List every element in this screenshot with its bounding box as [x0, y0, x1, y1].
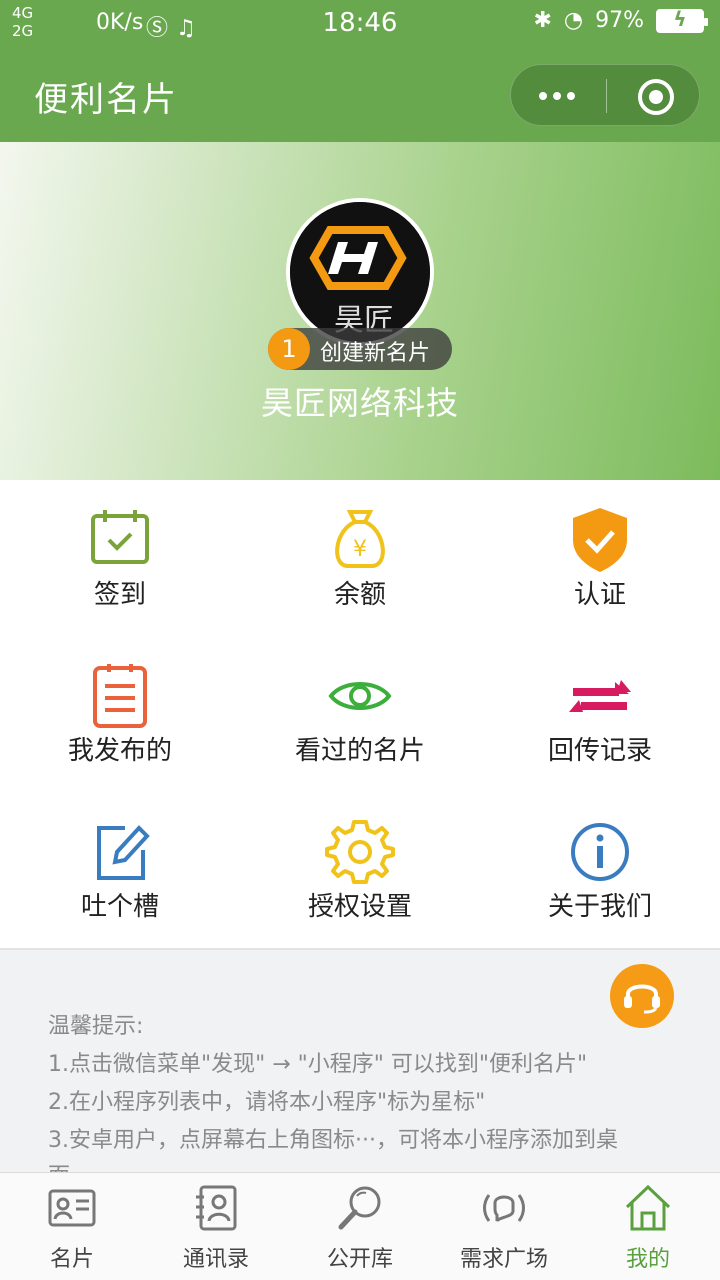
- menu-balance[interactable]: ¥ 余额: [240, 480, 480, 636]
- info-icon: [571, 823, 629, 881]
- tips-line-4: 面: [48, 1158, 70, 1172]
- status-right: ✱ ◔ 97% ϟ: [533, 7, 708, 33]
- contacts-icon: [196, 1185, 237, 1231]
- card-icon: [48, 1189, 96, 1227]
- wifi-icon: ◔: [563, 8, 584, 33]
- tab-public-library[interactable]: 公开库: [288, 1173, 432, 1280]
- headset-icon: [624, 984, 660, 1014]
- menu-label: 吐个槽: [80, 892, 159, 922]
- create-new-card-button[interactable]: 1 创建新名片: [268, 328, 452, 370]
- menu-auth-settings[interactable]: 授权设置: [240, 792, 480, 948]
- tab-label: 我的: [625, 1247, 670, 1272]
- menu-my-posts[interactable]: 我发布的: [0, 636, 240, 792]
- shield-check-icon: [573, 508, 627, 572]
- tab-label: 需求广场: [459, 1247, 548, 1272]
- menu-label: 回传记录: [547, 736, 652, 766]
- menu-verify[interactable]: 认证: [480, 480, 720, 636]
- menu-label: 我发布的: [67, 736, 172, 766]
- company-name: 昊匠网络科技: [260, 384, 459, 422]
- step-badge: 1: [268, 328, 310, 370]
- menu-about-us[interactable]: 关于我们: [480, 792, 720, 948]
- capsule-divider: [606, 79, 607, 113]
- clipboard-list-icon: [93, 664, 147, 728]
- tips-title: 温馨提示:: [48, 1014, 144, 1039]
- battery-level: 97%: [595, 8, 644, 33]
- tab-label: 公开库: [326, 1247, 393, 1272]
- tab-mine[interactable]: 我的: [576, 1173, 720, 1280]
- tab-label: 通讯录: [182, 1247, 249, 1272]
- menu-label: 余额: [333, 580, 386, 610]
- tab-label: 名片: [49, 1247, 94, 1272]
- avatar[interactable]: 昊匠: [286, 198, 434, 346]
- tips-line-1: 1.点击微信菜单"发现" → "小程序" 可以找到"便利名片": [48, 1052, 588, 1077]
- create-new-card-label: 创建新名片: [320, 341, 431, 366]
- tab-demand-square[interactable]: 需求广场: [432, 1173, 576, 1280]
- tab-card[interactable]: 名片: [0, 1173, 144, 1280]
- edit-icon: [97, 825, 150, 880]
- menu-label: 关于我们: [547, 892, 652, 922]
- menu-label: 认证: [573, 580, 626, 610]
- tips-line-2: 2.在小程序列表中，请将本小程序"标为星标": [48, 1090, 486, 1115]
- menu-label: 看过的名片: [294, 736, 425, 766]
- miniprogram-capsule: [510, 64, 700, 126]
- exchange-arrows-icon: [569, 680, 631, 712]
- search-icon: [338, 1186, 381, 1230]
- feature-grid: 签到 ¥ 余额 认证 我发布的 看过的名片 回传记录 吐个槽 授权设置 关于我们: [0, 480, 720, 948]
- tips-line-3: 3.安卓用户，点屏幕右上角图标···，可将本小程序添加到桌: [48, 1128, 618, 1153]
- menu-label: 授权设置: [307, 892, 412, 922]
- calendar-check-icon: [91, 510, 149, 564]
- menu-return-records[interactable]: 回传记录: [480, 636, 720, 792]
- bluetooth-icon: ✱: [533, 8, 552, 33]
- eye-icon: [328, 682, 392, 710]
- bottom-tabbar: 名片 通讯录 公开库 需求广场 我的: [0, 1172, 720, 1280]
- menu-feedback[interactable]: 吐个槽: [0, 792, 240, 948]
- more-menu-button[interactable]: [539, 87, 579, 105]
- page-title: 便利名片: [34, 80, 178, 120]
- menu-label: 签到: [93, 580, 146, 610]
- money-bag-icon: ¥: [335, 510, 385, 568]
- tab-contacts[interactable]: 通讯录: [144, 1173, 288, 1280]
- top-bar: 4G 2G 0K/s Ⓢ♫ 18:46 ✱ ◔ 97% ϟ 便利名片: [0, 0, 720, 142]
- close-miniprogram-button[interactable]: [638, 79, 674, 115]
- menu-viewed-cards[interactable]: 看过的名片: [240, 636, 480, 792]
- menu-checkin[interactable]: 签到: [0, 480, 240, 636]
- gear-icon: [325, 820, 395, 884]
- customer-service-button[interactable]: [610, 964, 674, 1028]
- battery-icon: ϟ: [656, 7, 708, 33]
- status-bar: 4G 2G 0K/s Ⓢ♫ 18:46 ✱ ◔ 97% ϟ: [0, 0, 720, 48]
- svg-text:¥: ¥: [353, 537, 367, 562]
- broadcast-icon: [483, 1194, 525, 1223]
- home-icon: [625, 1184, 671, 1231]
